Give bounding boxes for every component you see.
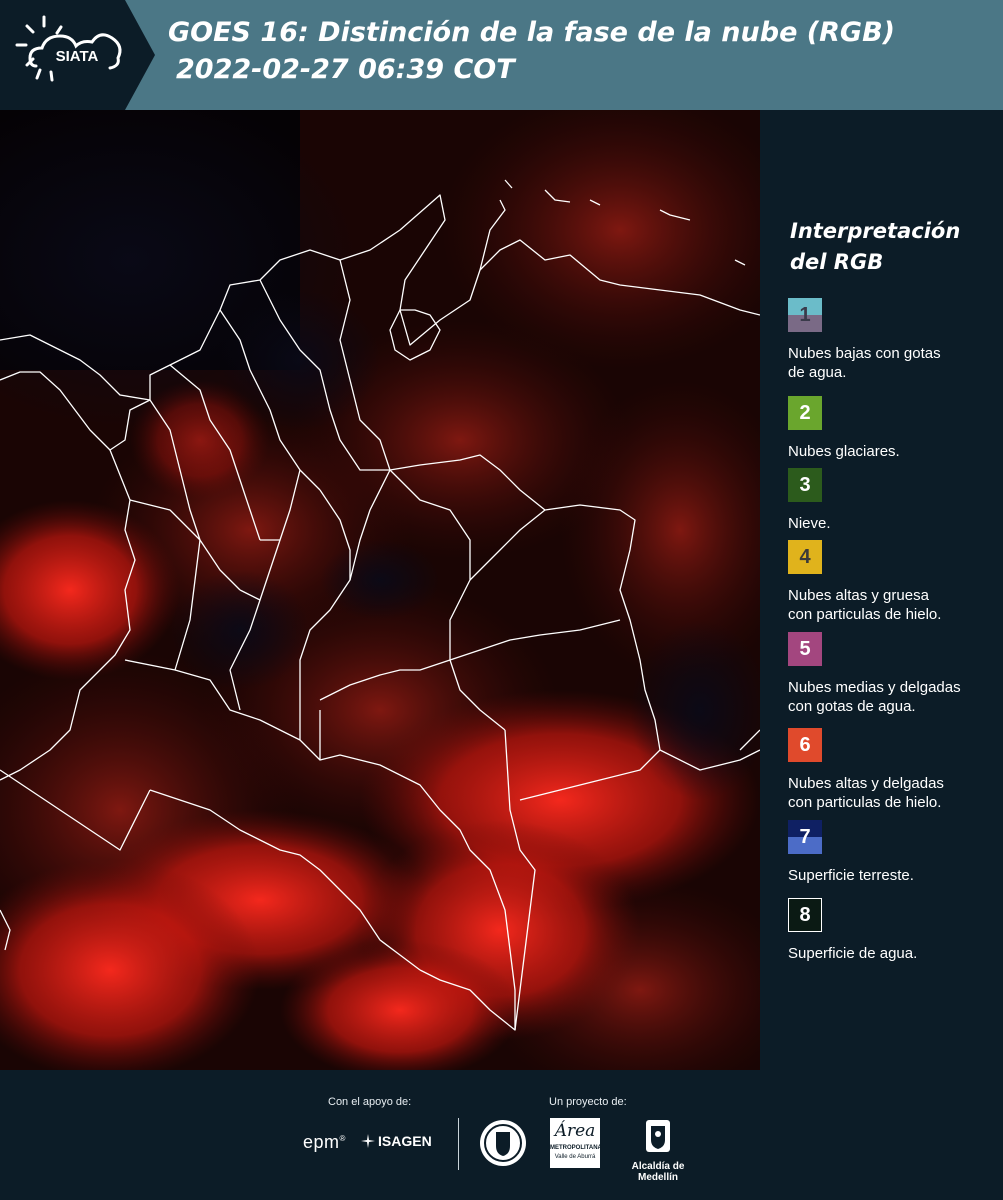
legend-panel: Interpretación del RGB 1 Nubes bajas con … [776,110,1003,1070]
area-logo-subtitle: METROPOLITANA [550,1145,602,1151]
seal-logo [478,1118,528,1173]
legend-number: 7 [799,825,811,848]
isagen-logo: ISAGEN [360,1133,432,1149]
title-line-2: 2022-02-27 06:39 COT [176,54,515,85]
legend-swatch-3: 3 [788,468,822,502]
area-logo-title: Área [554,1121,596,1141]
legend-number: 2 [799,401,811,424]
legend-title: Interpretación del RGB [790,216,960,278]
legend-label: Nubes glaciares. [788,442,1000,461]
satellite-map [0,110,760,1070]
area-logo-sub2: Valle de Aburrá [554,1154,596,1160]
legend-label-line: Superficie terreste. [788,867,914,884]
footer: Con el apoyo de: Un proyecto de: epm® IS… [0,1070,1003,1200]
legend-label-line: con gotas de agua. [788,698,916,715]
legend-number: 5 [799,637,811,660]
legend-number: 3 [799,473,811,496]
legend-item-7: 7 Superficie terreste. [788,820,1000,885]
legend-label-line: con particulas de hielo. [788,794,942,811]
legend-item-3: 3 Nieve. [788,468,1000,533]
legend-swatch-1: 1 [788,298,822,332]
epm-logo: epm® [303,1132,346,1152]
legend-label-line: Nubes altas y delgadas [788,775,944,792]
legend-number: 4 [799,545,811,568]
legend-label-line: Superficie de agua. [788,945,918,962]
legend-label-line: Nubes bajas con gotas [788,345,941,362]
epm-logo-text: epm [303,1132,340,1152]
legend-number: 1 [799,303,811,326]
support-label: Con el apoyo de: [328,1096,412,1108]
legend-swatch-5: 5 [788,632,822,666]
alcaldia-logo: Alcaldía de Medellín [612,1118,704,1183]
legend-label-line: de agua. [788,364,847,381]
legend-label: Superficie terreste. [788,866,1000,885]
legend-number: 6 [799,733,811,756]
logo-text: SIATA [56,48,99,65]
legend-item-1: 1 Nubes bajas con gotas de agua. [788,298,1000,382]
legend-title-line-1: Interpretación [790,219,961,243]
legend-item-4: 4 Nubes altas y gruesa con particulas de h… [788,540,1000,624]
legend-swatch-4: 4 [788,540,822,574]
legend-title-line-2: del RGB [790,250,884,274]
title-line-1: GOES 16: Distinción de la fase de la nub… [168,17,895,48]
project-label: Un proyecto de: [549,1096,627,1108]
legend-label-line: Nubes medias y delgadas [788,679,961,696]
legend-label: Nubes altas y delgadas con particulas de … [788,774,1000,812]
legend-label-line: Nubes altas y gruesa [788,587,929,604]
legend-label-line: con particulas de hielo. [788,606,942,623]
legend-item-6: 6 Nubes altas y delgadas con particulas de… [788,728,1000,812]
legend-swatch-6: 6 [788,728,822,762]
legend-label: Nubes bajas con gotas de agua. [788,344,1000,382]
seal-icon [480,1120,526,1166]
header-bar: SIATA GOES 16: Distinción de la fase de … [0,0,1003,110]
legend-label: Superficie de agua. [788,944,1000,963]
siata-logo: SIATA [0,0,160,110]
legend-item-8: 8 Superficie de agua. [788,898,1000,963]
legend-number: 8 [799,903,811,926]
legend-label: Nubes medias y delgadas con gotas de agua… [788,678,1000,716]
area-metropolitana-logo: Área METROPOLITANA Valle de Aburrá [550,1118,602,1168]
legend-item-5: 5 Nubes medias y delgadas con gotas de agu… [788,632,1000,716]
legend-swatch-2: 2 [788,396,822,430]
page-title: GOES 16: Distinción de la fase de la nub… [168,14,895,88]
legend-label: Nubes altas y gruesa con particulas de hi… [788,586,1000,624]
legend-swatch-7: 7 [788,820,822,854]
legend-label-line: Nubes glaciares. [788,443,900,460]
isagen-icon [361,1134,375,1148]
footer-divider [458,1118,459,1170]
legend-item-2: 2 Nubes glaciares. [788,396,1000,461]
legend-swatch-8: 8 [788,898,822,932]
legend-label: Nieve. [788,514,1000,533]
legend-label-line: Nieve. [788,515,831,532]
coat-of-arms-icon [646,1120,670,1152]
alcaldia-logo-text: Alcaldía de Medellín [631,1161,685,1183]
isagen-logo-text: ISAGEN [378,1133,432,1149]
